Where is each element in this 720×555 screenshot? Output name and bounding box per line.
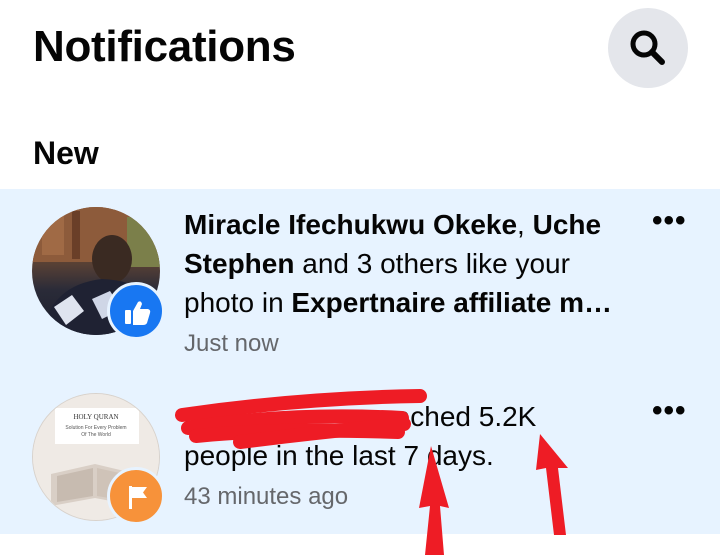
avatar-caption: Solution For Every Problem — [65, 425, 126, 431]
timestamp: 43 minutes ago — [184, 483, 349, 510]
group-name[interactable]: Expertnaire affiliate m… — [291, 287, 612, 318]
thumbs-up-icon — [125, 301, 151, 325]
notification-body: reached 5.2K people in the last 7 days. — [184, 401, 537, 471]
page-title: Notifications — [33, 22, 296, 71]
flag-icon — [129, 486, 147, 509]
page-name[interactable]: C — [184, 401, 204, 432]
like-badge — [107, 282, 165, 340]
more-options-button[interactable]: ••• — [652, 396, 692, 431]
avatar-caption: HOLY QURAN — [73, 413, 118, 421]
search-button[interactable] — [608, 8, 688, 88]
notification-item[interactable]: Miracle Ifechukwu Okeke, Uche Stephen an… — [0, 189, 720, 379]
notification-text: Miracle Ifechukwu Okeke, Uche Stephen an… — [184, 205, 624, 322]
timestamp: Just now — [184, 330, 279, 357]
separator: , — [517, 209, 533, 240]
more-options-button[interactable]: ••• — [652, 206, 692, 241]
page-badge — [107, 467, 165, 525]
actor-name[interactable]: Miracle Ifechukwu Okeke — [184, 209, 517, 240]
header: Notifications — [0, 0, 720, 110]
notification-item[interactable]: HOLY QURAN Solution For Every Problem Of… — [0, 379, 720, 534]
search-icon — [630, 30, 665, 65]
section-heading-new: New — [33, 135, 99, 171]
avatar-caption: Of The World — [81, 432, 111, 438]
notification-text: C reached 5.2K people in the last 7 days… — [184, 397, 624, 475]
